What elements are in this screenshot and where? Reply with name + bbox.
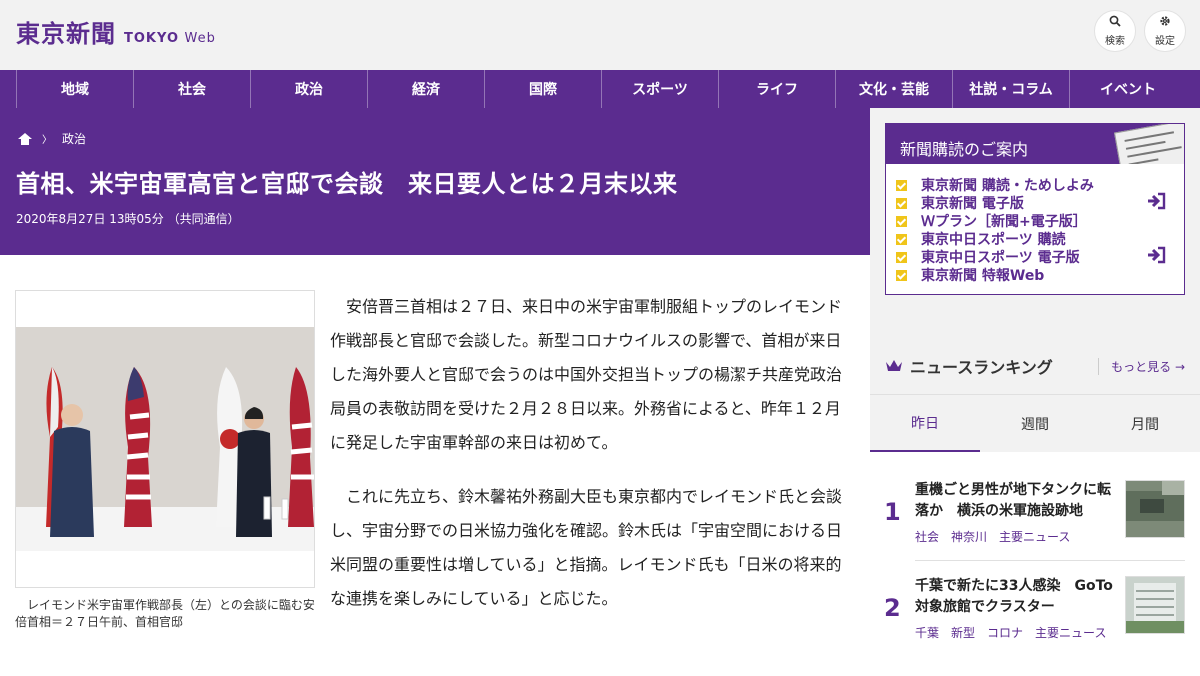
more-link-label: もっと見る (1111, 360, 1172, 374)
rank-tag[interactable]: コロナ (987, 626, 1023, 640)
rank-tag[interactable]: 主要ニュース (999, 530, 1070, 544)
tab-monthly[interactable]: 月間 (1090, 395, 1200, 453)
settings-label: 設定 (1155, 36, 1175, 47)
subscription-item[interactable]: 東京新聞 購読・ためしよみ (896, 176, 1094, 194)
nav-item-society[interactable]: 社会 (133, 70, 250, 108)
nav-item-politics[interactable]: 政治 (250, 70, 367, 108)
article-paragraph: これに先立ち、鈴木馨祐外務副大臣も東京都内でレイモンド氏と会談し、宇宙分野での日… (330, 487, 843, 608)
subscription-box: 新聞購読のご案内 東京新聞 購読・ためしよみ 東京新聞 電子版 Ｗプラン［新聞+… (885, 123, 1185, 295)
article-date: 2020年8月27日 13時05分 （共同通信） (16, 212, 240, 226)
article-photo-frame (15, 290, 315, 588)
page-title: 首相、米宇宙軍高官と官邸で会談 来日要人とは２月末以来 (16, 170, 678, 198)
article-photo[interactable] (16, 327, 314, 551)
logo-english: TOKYO Web (124, 31, 216, 46)
logo-web: Web (184, 31, 216, 46)
photo-caption: レイモンド米宇宙軍作戦部長（左）との会談に臨む安倍首相＝２７日午前、首相官邸 (15, 598, 315, 629)
rank-tags: 千葉 新型 コロナ 主要ニュース (915, 624, 1118, 641)
settings-button[interactable]: 設定 (1144, 10, 1186, 52)
arrow-right-icon: → (1174, 360, 1185, 374)
subscription-item[interactable]: 東京新聞 電子版 (896, 194, 1094, 212)
nav-item-international[interactable]: 国際 (484, 70, 601, 108)
site-logo[interactable]: 東京新聞 TOKYO Web (16, 14, 216, 49)
subscription-item[interactable]: 東京新聞 特報Web (896, 266, 1094, 284)
crown-icon (885, 358, 903, 372)
subscription-item-label: 東京中日スポーツ 電子版 (921, 250, 1080, 266)
subscription-item-label: 東京新聞 電子版 (921, 196, 1024, 212)
ranking-title: ニュースランキング (910, 358, 1053, 377)
article-paragraph: 安倍晋三首相は２７日、来日中の米宇宙軍制服組トップのレイモンド作戦部長と官邸で会… (330, 297, 843, 452)
nav-item-life[interactable]: ライフ (718, 70, 835, 108)
rank-tag[interactable]: 主要ニュース (1035, 626, 1106, 640)
rank-thumbnail[interactable] (1125, 576, 1185, 634)
login-icon[interactable] (1146, 192, 1166, 215)
subscription-item[interactable]: 東京中日スポーツ 購読 (896, 230, 1094, 248)
nav-item-events[interactable]: イベント (1069, 70, 1186, 108)
logo-tokyo: TOKYO (124, 31, 179, 46)
checkbox-icon (896, 197, 907, 209)
rank-tag[interactable]: 千葉 (915, 626, 939, 640)
checkbox-icon (896, 251, 907, 263)
nav-item-editorial[interactable]: 社説・コラム (952, 70, 1069, 108)
rank-tags: 社会 神奈川 主要ニュース (915, 528, 1082, 545)
login-icon[interactable] (1146, 246, 1166, 269)
checkbox-icon (896, 179, 907, 191)
article-header: 〉 政治 首相、米宇宙軍高官と官邸で会談 来日要人とは２月末以来 2020年8月… (0, 108, 870, 255)
subscription-list: 東京新聞 購読・ためしよみ 東京新聞 電子版 Ｗプラン［新聞+電子版］ 東京中日… (896, 176, 1094, 284)
ranking-item[interactable]: 2 千葉で新たに33人感染 GoTo対象旅館でクラスター 千葉 新型 コロナ 主要ニュ… (870, 576, 1200, 676)
rank-tag[interactable]: 社会 (915, 530, 939, 544)
subscription-item-label: 東京中日スポーツ 購読 (921, 232, 1066, 248)
more-link[interactable]: もっと見る → (1098, 358, 1185, 375)
ranking-header: ニュースランキング もっと見る → (885, 354, 1185, 378)
subscription-item[interactable]: Ｗプラン［新聞+電子版］ (896, 212, 1094, 230)
subscription-header: 新聞購読のご案内 (886, 124, 1184, 164)
search-icon (1109, 15, 1121, 29)
subscription-item[interactable]: 東京中日スポーツ 電子版 (896, 248, 1094, 266)
nav-item-economy[interactable]: 経済 (367, 70, 484, 108)
checkbox-icon (896, 233, 907, 245)
subscription-item-label: Ｗプラン［新聞+電子版］ (921, 214, 1087, 230)
subscription-item-label: 東京新聞 購読・ためしよみ (921, 178, 1094, 194)
top-header: 東京新聞 TOKYO Web 検索 設定 (0, 0, 1200, 70)
search-button[interactable]: 検索 (1094, 10, 1136, 52)
checkbox-icon (896, 215, 907, 227)
ranking-list: 1 重機ごと男性が地下タンクに転落か 横浜の米軍施設跡地 社会 神奈川 主要ニュース… (870, 452, 1200, 640)
sidebar: 新聞購読のご案内 東京新聞 購読・ためしよみ 東京新聞 電子版 Ｗプラン［新聞+… (870, 108, 1200, 640)
home-icon[interactable] (18, 132, 32, 145)
main-nav: 地域 社会 政治 経済 国際 スポーツ ライフ 文化・芸能 社説・コラム イベン… (0, 70, 1200, 108)
rank-number: 1 (884, 498, 901, 526)
nav-item-sports[interactable]: スポーツ (601, 70, 718, 108)
breadcrumb-separator-icon: 〉 (42, 135, 52, 146)
rank-title[interactable]: 千葉で新たに33人感染 GoTo対象旅館でクラスター (915, 576, 1115, 618)
search-label: 検索 (1105, 36, 1125, 47)
ranking-tabs: 昨日 週間 月間 (870, 394, 1200, 453)
rank-number: 2 (884, 594, 901, 622)
checkbox-icon (896, 269, 907, 281)
nav-item-culture[interactable]: 文化・芸能 (835, 70, 952, 108)
ranking-divider (915, 560, 1185, 561)
rank-thumbnail[interactable] (1125, 480, 1185, 538)
rank-title[interactable]: 重機ごと男性が地下タンクに転落か 横浜の米軍施設跡地 (915, 480, 1115, 522)
logo-japanese: 東京新聞 (16, 19, 116, 48)
breadcrumb: 〉 政治 (18, 130, 86, 147)
ranking-item[interactable]: 1 重機ごと男性が地下タンクに転落か 横浜の米軍施設跡地 社会 神奈川 主要ニュース (870, 480, 1200, 580)
article-body: 安倍晋三首相は２７日、来日中の米宇宙軍制服組トップのレイモンド作戦部長と官邸で会… (330, 290, 845, 616)
gear-icon (1159, 15, 1171, 29)
subscription-title: 新聞購読のご案内 (900, 140, 1029, 159)
subscription-item-label: 東京新聞 特報Web (921, 268, 1045, 284)
tab-weekly[interactable]: 週間 (980, 395, 1090, 453)
nav-item-region[interactable]: 地域 (16, 70, 133, 108)
tab-yesterday[interactable]: 昨日 (870, 395, 980, 453)
rank-tag[interactable]: 神奈川 (951, 530, 987, 544)
breadcrumb-category[interactable]: 政治 (62, 130, 86, 147)
newspaper-image (1114, 124, 1184, 164)
rank-tag[interactable]: 新型 (951, 626, 975, 640)
